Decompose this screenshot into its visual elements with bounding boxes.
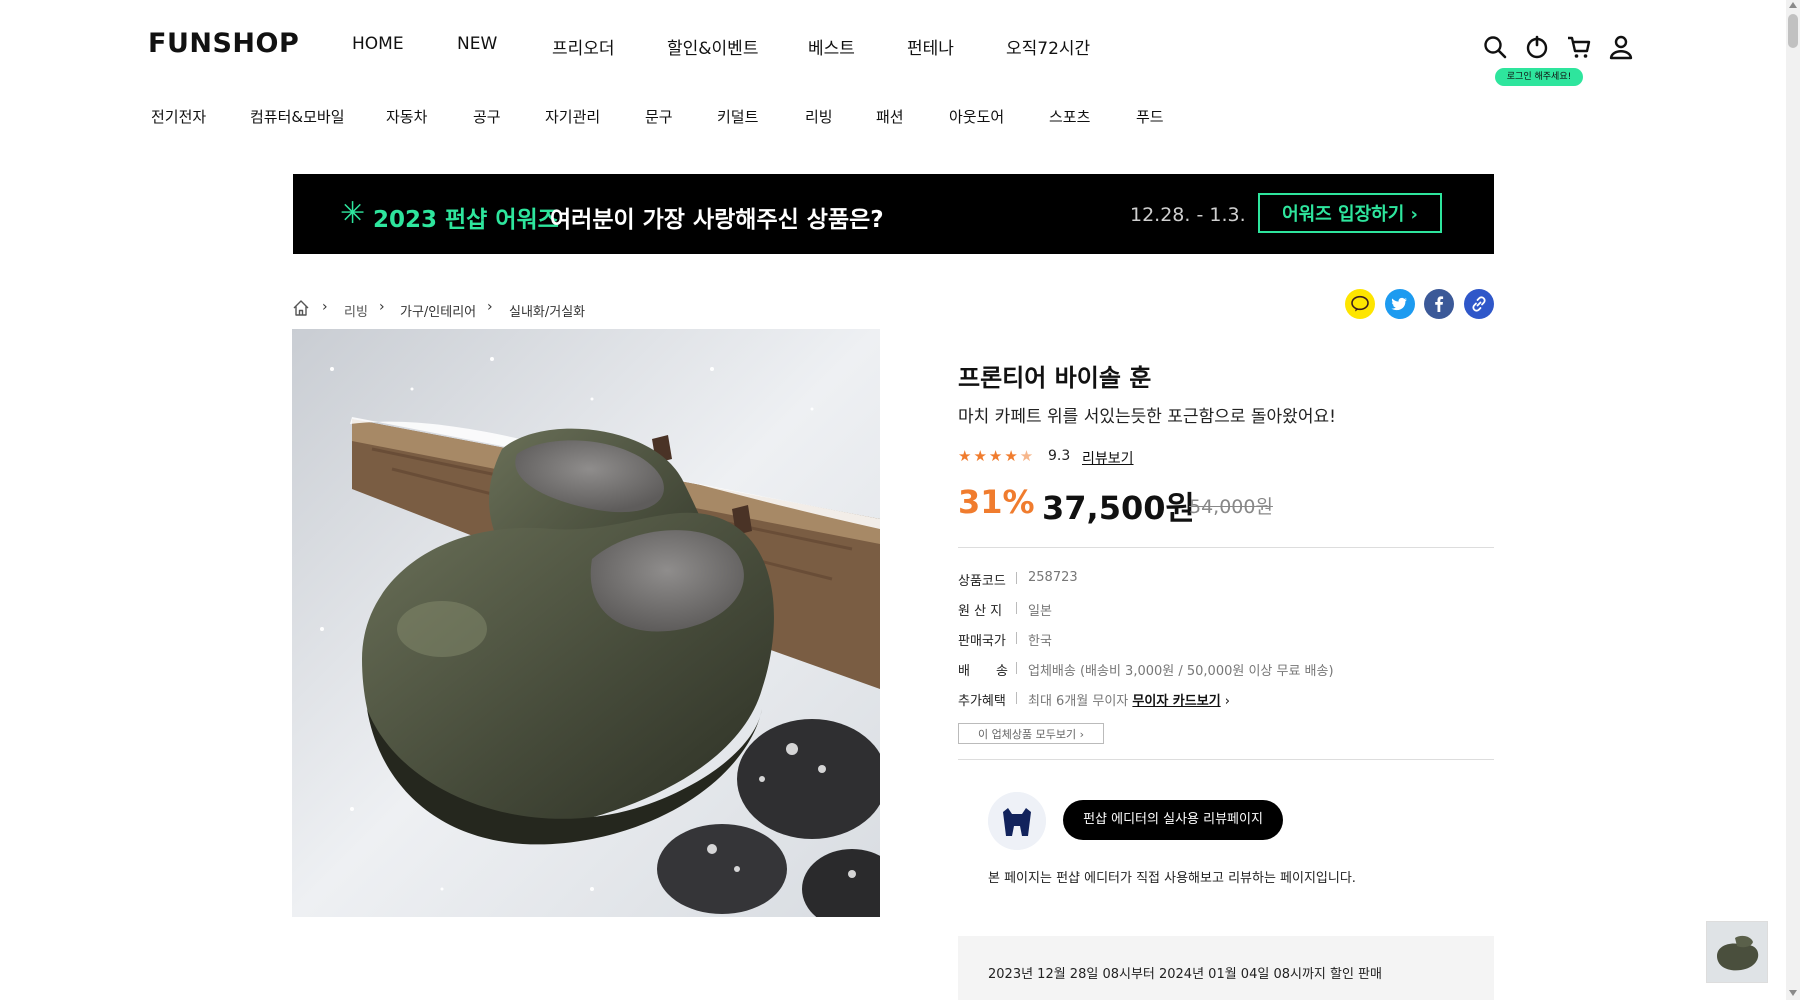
original-price: 54,000원 xyxy=(1189,496,1273,518)
banner-text: 여러분이 가장 사랑해주신 상품은? xyxy=(550,207,884,233)
scroll-down-icon[interactable] xyxy=(1789,990,1797,996)
category-kidult[interactable]: 키덜트 xyxy=(717,106,758,127)
category-fashion[interactable]: 패션 xyxy=(876,106,904,127)
breadcrumb-living[interactable]: 리빙 xyxy=(344,301,368,320)
recent-item-thumbnail[interactable] xyxy=(1706,921,1768,983)
rating-score: 9.3 xyxy=(1048,448,1071,464)
info-label-country: 판매국가 xyxy=(958,634,1006,649)
nav-funtenna[interactable]: 펀테나 xyxy=(907,34,954,59)
info-label-benefit: 추가혜택 xyxy=(958,694,1006,709)
info-separator xyxy=(1016,662,1017,674)
editor-note: 본 페이지는 펀샵 에디터가 직접 사용해보고 리뷰하는 페이지입니다. xyxy=(988,871,1356,886)
info-value-origin: 일본 xyxy=(1028,604,1052,619)
product-title: 프론티어 바이솔 훈 xyxy=(958,364,1152,392)
breadcrumb-chevron-icon: › xyxy=(487,299,493,315)
user-icon[interactable] xyxy=(1608,34,1634,60)
category-car[interactable]: 자동차 xyxy=(386,106,427,127)
editor-avatar xyxy=(988,792,1046,850)
rating-stars-icon: ★★★★★ xyxy=(958,447,1036,465)
banner-highlight: 2023 펀샵 어워즈 xyxy=(373,207,559,233)
cart-icon[interactable] xyxy=(1566,34,1592,60)
nav-best[interactable]: 베스트 xyxy=(808,34,855,59)
sparkle-icon: ✳ xyxy=(340,196,366,231)
site-logo[interactable]: FUNSHOP xyxy=(148,28,299,59)
category-food[interactable]: 푸드 xyxy=(1136,106,1164,127)
benefit-text: 최대 6개월 무이자 xyxy=(1028,694,1129,709)
info-value-code: 258723 xyxy=(1028,570,1078,585)
breadcrumb-slippers[interactable]: 실내화/거실화 xyxy=(509,301,585,320)
editor-review-button[interactable]: 펀샵 에디터의 실사용 리뷰페이지 xyxy=(1063,800,1283,840)
banner-date: 12.28. - 1.3. xyxy=(1130,204,1246,226)
category-stationery[interactable]: 문구 xyxy=(645,106,673,127)
kakao-icon[interactable] xyxy=(1345,289,1375,319)
sale-period-text: 2023년 12월 28일 08시부터 2024년 01월 04일 08시까지 … xyxy=(988,967,1382,982)
discount-rate: 31% xyxy=(958,483,1035,521)
divider xyxy=(958,759,1494,760)
divider xyxy=(958,547,1494,548)
info-separator xyxy=(1016,692,1017,704)
info-value-shipping: 업체배송 (배송비 3,000원 / 50,000원 이상 무료 배송) xyxy=(1028,664,1334,679)
info-separator xyxy=(1016,602,1017,614)
twitter-icon[interactable] xyxy=(1385,289,1415,319)
category-sports[interactable]: 스포츠 xyxy=(1049,106,1090,127)
info-label-origin: 원 산 지 xyxy=(958,604,1003,619)
info-label-code: 상품코드 xyxy=(958,574,1006,589)
info-value-benefit: 최대 6개월 무이자 무이자 카드보기 › xyxy=(1028,690,1230,709)
category-electronics[interactable]: 전기전자 xyxy=(151,106,206,127)
nav-preorder[interactable]: 프리오더 xyxy=(552,34,615,59)
scrollbar-thumb[interactable] xyxy=(1788,14,1798,48)
vendor-products-button[interactable]: 이 업체상품 모두보기 › xyxy=(958,723,1104,744)
power-icon[interactable] xyxy=(1524,34,1550,60)
product-image[interactable] xyxy=(292,329,880,917)
info-separator xyxy=(1016,632,1017,644)
info-separator xyxy=(1016,572,1017,584)
breadcrumb-chevron-icon: › xyxy=(379,299,385,315)
scroll-up-icon[interactable] xyxy=(1789,2,1797,8)
card-link[interactable]: 무이자 카드보기 xyxy=(1132,694,1220,709)
category-selfcare[interactable]: 자기관리 xyxy=(545,106,600,127)
nav-sale-event[interactable]: 할인&이벤트 xyxy=(667,34,758,59)
sale-price: 37,500원 xyxy=(1042,489,1195,527)
home-icon[interactable] xyxy=(292,299,310,317)
category-computer-mobile[interactable]: 컴퓨터&모바일 xyxy=(250,106,345,127)
info-value-country: 한국 xyxy=(1028,634,1052,649)
nav-72hours[interactable]: 오직72시간 xyxy=(1006,34,1090,59)
breadcrumb-chevron-icon: › xyxy=(322,299,328,315)
facebook-icon[interactable] xyxy=(1424,289,1454,319)
search-icon[interactable] xyxy=(1482,34,1508,60)
scrollbar[interactable] xyxy=(1786,0,1800,1000)
login-badge[interactable]: 로그인 해주세요! xyxy=(1495,68,1583,86)
breadcrumb-furniture[interactable]: 가구/인테리어 xyxy=(400,301,476,320)
nav-home[interactable]: HOME xyxy=(352,34,404,54)
category-tools[interactable]: 공구 xyxy=(473,106,501,127)
awards-enter-button[interactable]: 어워즈 입장하기 › xyxy=(1258,193,1442,233)
review-link[interactable]: 리뷰보기 xyxy=(1082,448,1134,468)
chevron-right-icon: › xyxy=(1224,694,1230,709)
info-label-shipping: 배 송 xyxy=(958,664,1008,679)
category-living[interactable]: 리빙 xyxy=(805,106,833,127)
category-outdoor[interactable]: 아웃도어 xyxy=(949,106,1004,127)
product-subtitle: 마치 카페트 위를 서있는듯한 포근함으로 돌아왔어요! xyxy=(958,407,1336,427)
link-icon[interactable] xyxy=(1464,289,1494,319)
nav-new[interactable]: NEW xyxy=(457,34,497,54)
